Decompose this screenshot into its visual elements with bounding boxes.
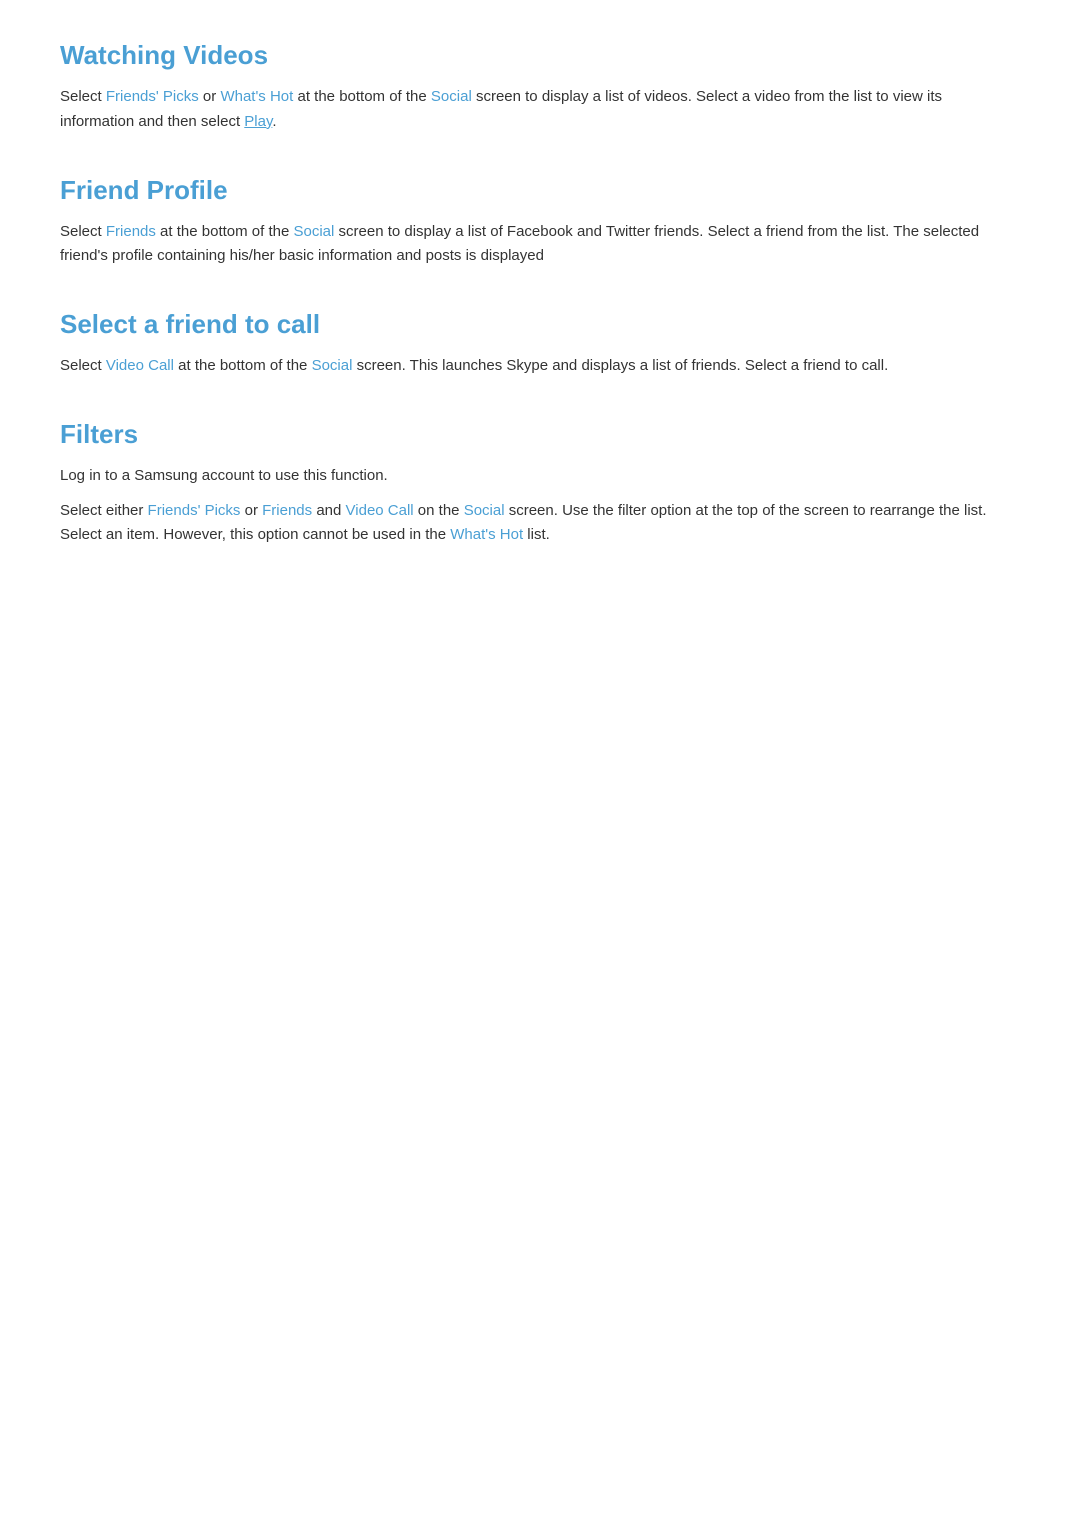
section-title-friend-profile: Friend Profile <box>60 175 1020 206</box>
section-body-watching-videos: Select Friends' Picks or What's Hot at t… <box>60 85 1020 135</box>
paragraph-select-friend-to-call-0: Select Video Call at the bottom of the S… <box>60 354 1020 379</box>
highlight-text: Social <box>464 502 505 519</box>
section-body-friend-profile: Select Friends at the bottom of the Soci… <box>60 220 1020 270</box>
highlight-text: Social <box>431 88 472 105</box>
highlight-text: Social <box>312 357 353 374</box>
highlight-text: Friends' Picks <box>148 502 241 519</box>
page-content: Watching Videos Select Friends' Picks or … <box>60 40 1020 548</box>
paragraph-filters-1: Select either Friends' Picks or Friends … <box>60 499 1020 549</box>
highlight-text: What's Hot <box>450 526 523 543</box>
section-title-select-friend-to-call: Select a friend to call <box>60 309 1020 340</box>
section-title-watching-videos: Watching Videos <box>60 40 1020 71</box>
section-select-friend-to-call: Select a friend to call Select Video Call… <box>60 309 1020 379</box>
paragraph-filters-0: Log in to a Samsung account to use this … <box>60 464 1020 489</box>
highlight-text: Video Call <box>346 502 414 519</box>
paragraph-watching-videos-0: Select Friends' Picks or What's Hot at t… <box>60 85 1020 135</box>
highlight-play-text: Play <box>244 113 272 130</box>
highlight-text: Social <box>293 223 334 240</box>
section-body-filters: Log in to a Samsung account to use this … <box>60 464 1020 548</box>
section-title-filters: Filters <box>60 419 1020 450</box>
section-body-select-friend-to-call: Select Video Call at the bottom of the S… <box>60 354 1020 379</box>
section-watching-videos: Watching Videos Select Friends' Picks or … <box>60 40 1020 135</box>
highlight-text: Friends <box>106 223 156 240</box>
highlight-text: Friends' Picks <box>106 88 199 105</box>
section-filters: Filters Log in to a Samsung account to us… <box>60 419 1020 548</box>
highlight-text: Video Call <box>106 357 174 374</box>
highlight-text: Friends <box>262 502 312 519</box>
section-friend-profile: Friend Profile Select Friends at the bott… <box>60 175 1020 270</box>
paragraph-friend-profile-0: Select Friends at the bottom of the Soci… <box>60 220 1020 270</box>
highlight-text: What's Hot <box>220 88 293 105</box>
